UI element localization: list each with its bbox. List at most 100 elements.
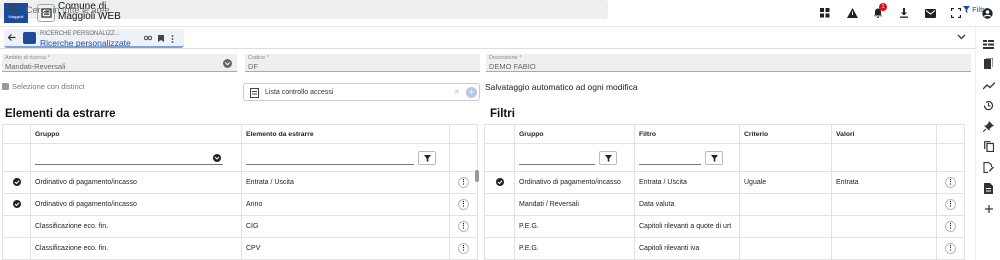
scrollbar-thumb[interactable] xyxy=(475,170,479,182)
filter-button[interactable] xyxy=(599,150,617,165)
row-menu-button[interactable]: ⋮ xyxy=(945,199,956,210)
dropdown-circle-icon[interactable] xyxy=(223,59,232,68)
fields-icon[interactable] xyxy=(982,38,995,51)
table-row[interactable]: Classificazione eco. fin. CIG ⋮ xyxy=(2,215,478,238)
row-menu-button[interactable]: ⋮ xyxy=(458,221,469,232)
table-row[interactable]: Classificazione eco. fin. CPV ⋮ xyxy=(2,237,478,260)
history-icon[interactable] xyxy=(982,99,995,112)
table-row[interactable]: Ordinativo di pagamento/incasso Anno ⋮ xyxy=(2,193,478,216)
warning-icon[interactable] xyxy=(845,6,859,20)
row-check[interactable] xyxy=(484,193,515,216)
grid-icon[interactable] xyxy=(818,6,832,20)
filter-icon xyxy=(605,154,612,162)
pin-icon[interactable] xyxy=(982,120,995,133)
account-icon[interactable] xyxy=(980,6,994,20)
col-valori: Valori xyxy=(831,124,937,144)
codice-label: Codice * xyxy=(248,55,269,61)
dropdown-circle-icon[interactable] xyxy=(213,153,221,162)
book-icon[interactable] xyxy=(982,57,995,70)
ambito-field[interactable]: Ambito di ricerca * Mandati-Reversali xyxy=(2,54,237,72)
row-menu-button[interactable]: ⋮ xyxy=(945,177,956,188)
row-check[interactable] xyxy=(484,237,515,260)
row-check[interactable] xyxy=(2,237,31,260)
filtri-table: Gruppo Filtro Criterio Valori Ordinativo… xyxy=(484,124,965,260)
clear-icon[interactable]: ✕ xyxy=(454,88,460,96)
table-row[interactable]: Mandati / Reversali Data valuta ⋮ xyxy=(484,193,965,216)
tab-row: RICERCHE PERSONALIZZ... Ricerche persona… xyxy=(0,27,1000,49)
row-check[interactable] xyxy=(484,215,515,238)
cell-valori: Entrata xyxy=(831,171,937,194)
add-icon[interactable] xyxy=(982,202,995,215)
cell-gruppo: Ordinativo di pagamento/incasso xyxy=(514,171,635,194)
row-menu-button[interactable]: ⋮ xyxy=(945,243,956,254)
cell-elemento: CPV xyxy=(241,237,450,260)
row-check[interactable] xyxy=(2,193,31,216)
download-icon[interactable] xyxy=(897,6,911,20)
cell-gruppo: Ordinativo di pagamento/incasso xyxy=(30,171,242,194)
cell-filtro: Entrata / Uscita xyxy=(634,171,740,194)
row-check[interactable] xyxy=(484,171,515,194)
cell-gruppo: Classificazione eco. fin. xyxy=(30,237,242,260)
descrizione-field[interactable]: Descrizione * DEMO FABIO xyxy=(486,54,971,72)
selezione-distinct-checkbox[interactable]: Selezione con distinct xyxy=(2,82,85,91)
link-icon[interactable] xyxy=(144,35,152,41)
row-menu-button[interactable]: ⋮ xyxy=(458,199,469,210)
cell-gruppo: P.E.G. xyxy=(514,215,635,238)
tab-breadcrumb: RICERCHE PERSONALIZZ... xyxy=(40,31,120,37)
copy-icon[interactable] xyxy=(982,140,995,153)
col-elemento: Elemento da estrarre xyxy=(241,124,450,144)
cell-elemento: CIG xyxy=(241,215,450,238)
back-arrow-icon[interactable] xyxy=(7,33,16,42)
table-row[interactable]: P.E.G. Capitoli rilevanti a quote di urt… xyxy=(484,215,965,238)
cell-filtro: Data valuta xyxy=(634,193,740,216)
cell-gruppo: Mandati / Reversali xyxy=(514,193,635,216)
document-icon[interactable] xyxy=(982,182,995,195)
more-vert-icon[interactable] xyxy=(171,35,174,43)
add-circle-icon[interactable]: + xyxy=(466,87,477,98)
report-icon xyxy=(23,32,36,44)
descrizione-value: DEMO FABIO xyxy=(489,62,536,71)
filtro-filter-cell xyxy=(634,143,740,172)
gruppo-filter-input[interactable] xyxy=(519,151,595,165)
cell-criterio xyxy=(739,237,832,260)
gruppo-filter-select[interactable] xyxy=(35,151,223,165)
table-row[interactable]: Ordinativo di pagamento/incasso Entrata … xyxy=(484,171,965,194)
cell-criterio xyxy=(739,193,832,216)
elemento-filter-input[interactable] xyxy=(246,151,414,165)
fullscreen-icon[interactable] xyxy=(949,6,963,20)
row-check[interactable] xyxy=(2,215,31,238)
table-row[interactable]: P.E.G. Capitoli rilevanti iva ⋮ xyxy=(484,237,965,260)
col-criterio: Criterio xyxy=(739,124,832,144)
gruppo-filter-cell xyxy=(30,143,242,172)
trend-icon[interactable] xyxy=(982,79,995,92)
row-check[interactable] xyxy=(2,171,31,194)
filter-button[interactable] xyxy=(705,150,723,165)
mail-icon[interactable] xyxy=(923,6,937,20)
cell-filtro: Capitoli rilevanti a quote di urt xyxy=(634,215,740,238)
codice-value: DF xyxy=(248,62,258,71)
bell-icon[interactable]: 1 xyxy=(871,3,887,20)
row-menu-button[interactable]: ⋮ xyxy=(458,177,469,188)
row-menu-button[interactable]: ⋮ xyxy=(458,243,469,254)
col-actions xyxy=(936,124,965,144)
search-input[interactable] xyxy=(26,3,446,16)
bookmark-icon[interactable] xyxy=(158,35,164,42)
cell-valori xyxy=(831,237,937,260)
chevron-down-icon[interactable] xyxy=(957,34,966,40)
col-check xyxy=(484,124,515,144)
lista-controllo-field[interactable]: Lista controllo accessi ✕ + xyxy=(243,83,480,101)
elementi-table: Gruppo Elemento da estrarre Ordinativo d… xyxy=(2,124,478,260)
edit-doc-icon[interactable] xyxy=(982,161,995,174)
filter-button[interactable] xyxy=(418,150,436,165)
filtro-filter-input[interactable] xyxy=(639,151,701,165)
table-row[interactable]: Ordinativo di pagamento/incasso Entrata … xyxy=(2,171,478,194)
check-circle-icon xyxy=(12,199,21,208)
elemento-filter-cell xyxy=(241,143,450,172)
checkbox-box[interactable] xyxy=(2,83,9,90)
codice-field[interactable]: Codice * DF xyxy=(245,54,480,72)
ambito-value: Mandati-Reversali xyxy=(5,62,66,71)
row-menu-button[interactable]: ⋮ xyxy=(945,221,956,232)
cell-criterio: Uguale xyxy=(739,171,832,194)
tab-ricerche-personalizzate[interactable]: RICERCHE PERSONALIZZ... Ricerche persona… xyxy=(4,29,184,48)
ambito-label: Ambito di ricerca * xyxy=(5,55,50,61)
